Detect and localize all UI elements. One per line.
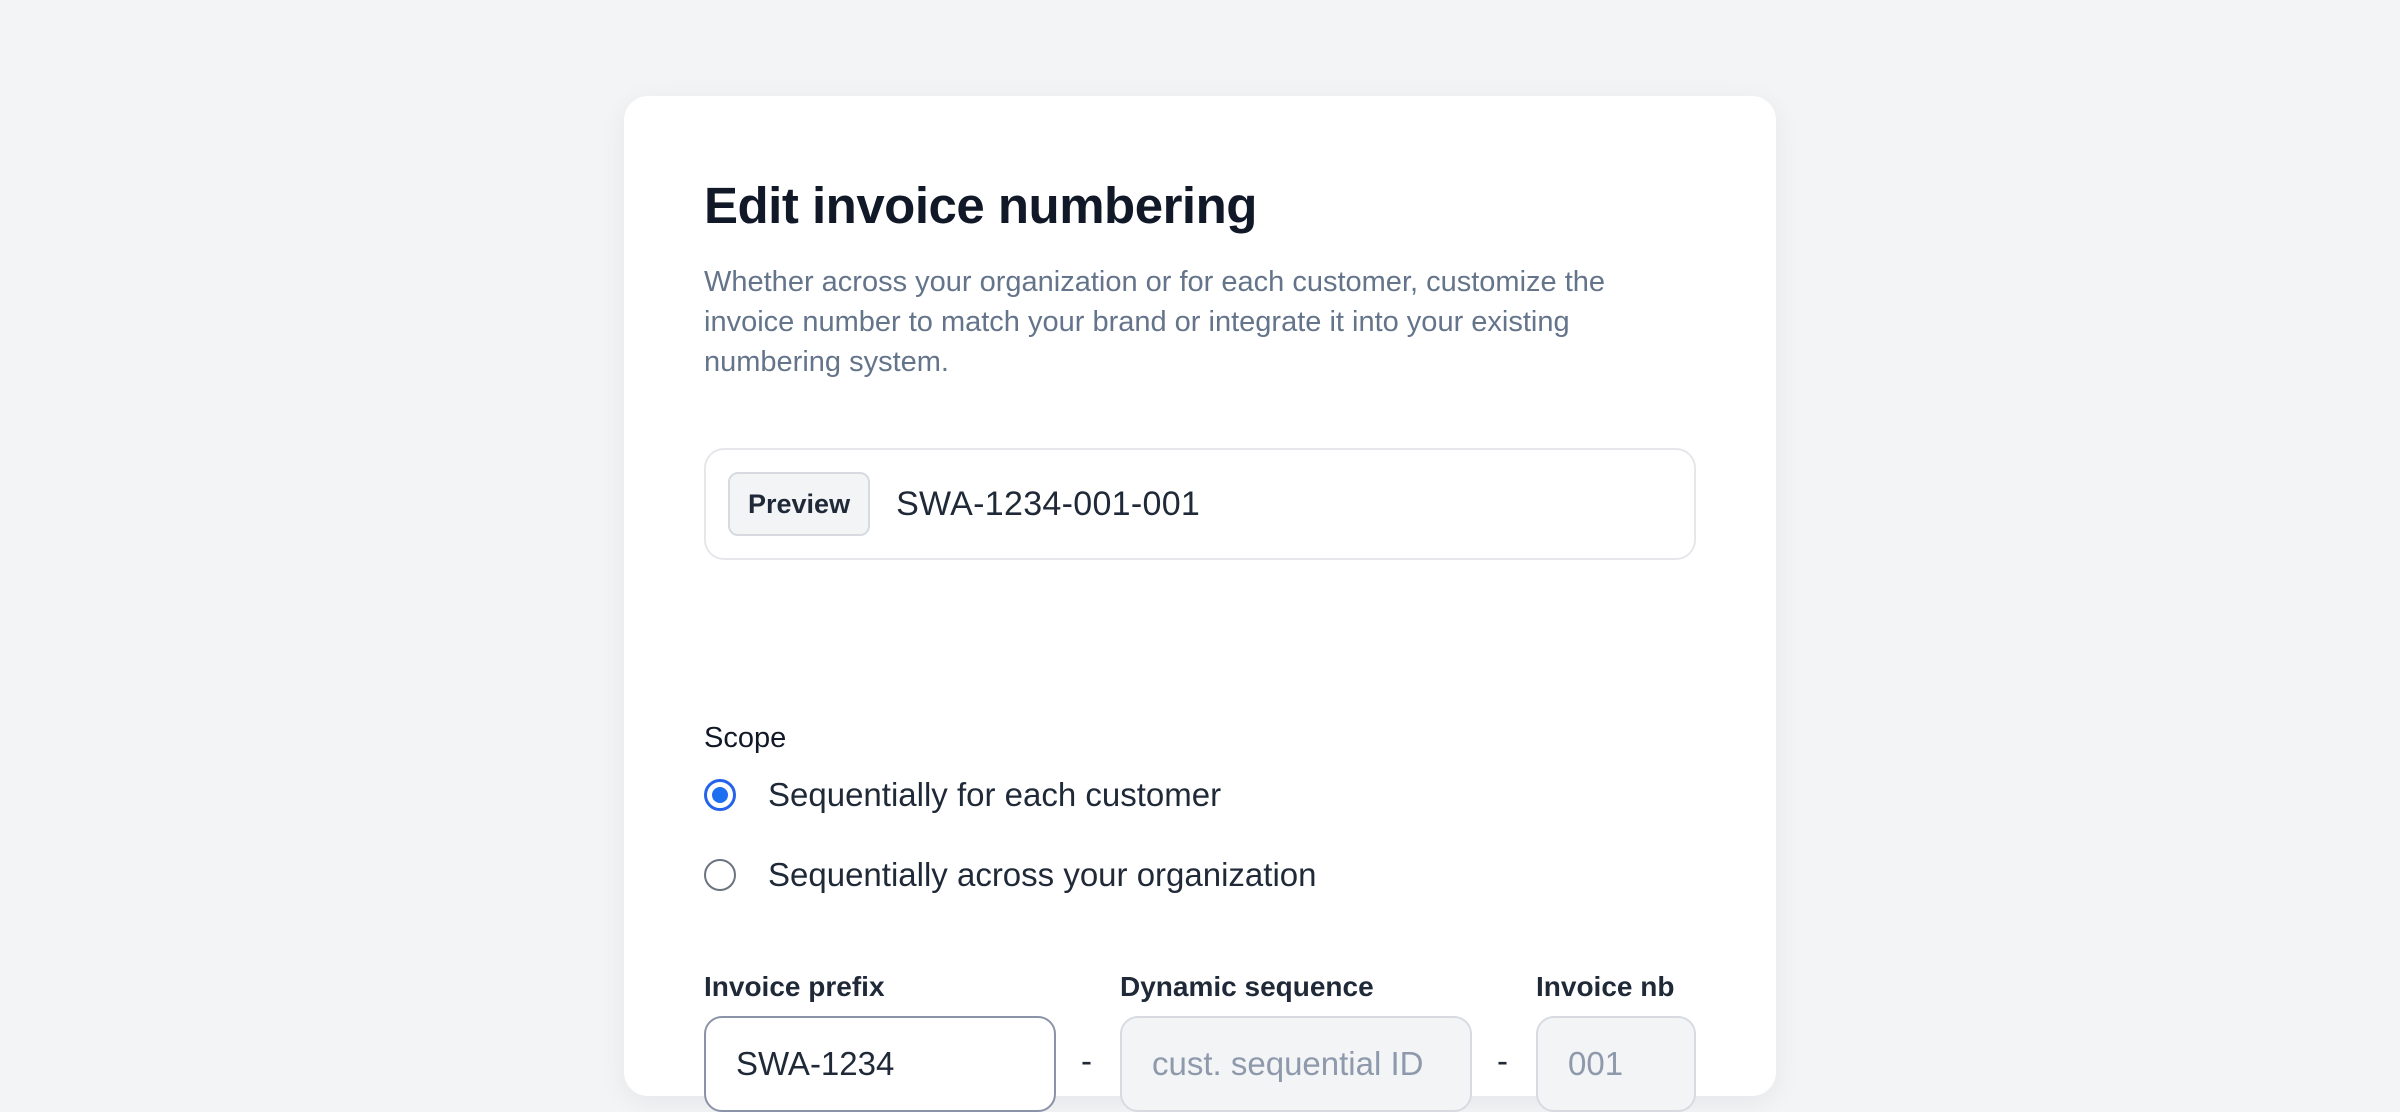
radio-button-unchecked[interactable] (704, 859, 736, 891)
invoice-prefix-label: Invoice prefix (704, 971, 885, 1002)
scope-label: Scope (704, 722, 787, 754)
page-description: Whether across your organization or for … (704, 266, 1606, 378)
scope-option-label[interactable]: Sequentially across your organization (768, 856, 1316, 894)
invoice-nb-field: 001 (1536, 1016, 1696, 1112)
invoice-prefix-input[interactable]: SWA-1234 (704, 1016, 1056, 1112)
dynamic-sequence-label: Dynamic sequence (1120, 971, 1374, 1002)
dynamic-sequence-field: cust. sequential ID (1120, 1016, 1472, 1112)
separator-dash: - (1497, 1042, 1508, 1079)
invoice-number-preview: Preview SWA-1234-001-001 (704, 448, 1696, 560)
separator-dash: - (1081, 1042, 1092, 1079)
preview-value: SWA-1234-001-001 (896, 484, 1201, 523)
page-title: Edit invoice numbering (704, 177, 1257, 234)
invoice-numbering-card: Edit invoice numbering Whether across yo… (624, 96, 1776, 1112)
invoice-nb-label: Invoice nb (1536, 971, 1675, 1002)
scope-option-label[interactable]: Sequentially for each customer (768, 776, 1221, 814)
scope-option-each-customer[interactable]: Sequentially for each customer (704, 776, 1221, 814)
preview-badge: Preview (728, 472, 871, 536)
radio-button-checked[interactable] (704, 779, 736, 811)
scope-option-organization[interactable]: Sequentially across your organization (704, 856, 1316, 894)
